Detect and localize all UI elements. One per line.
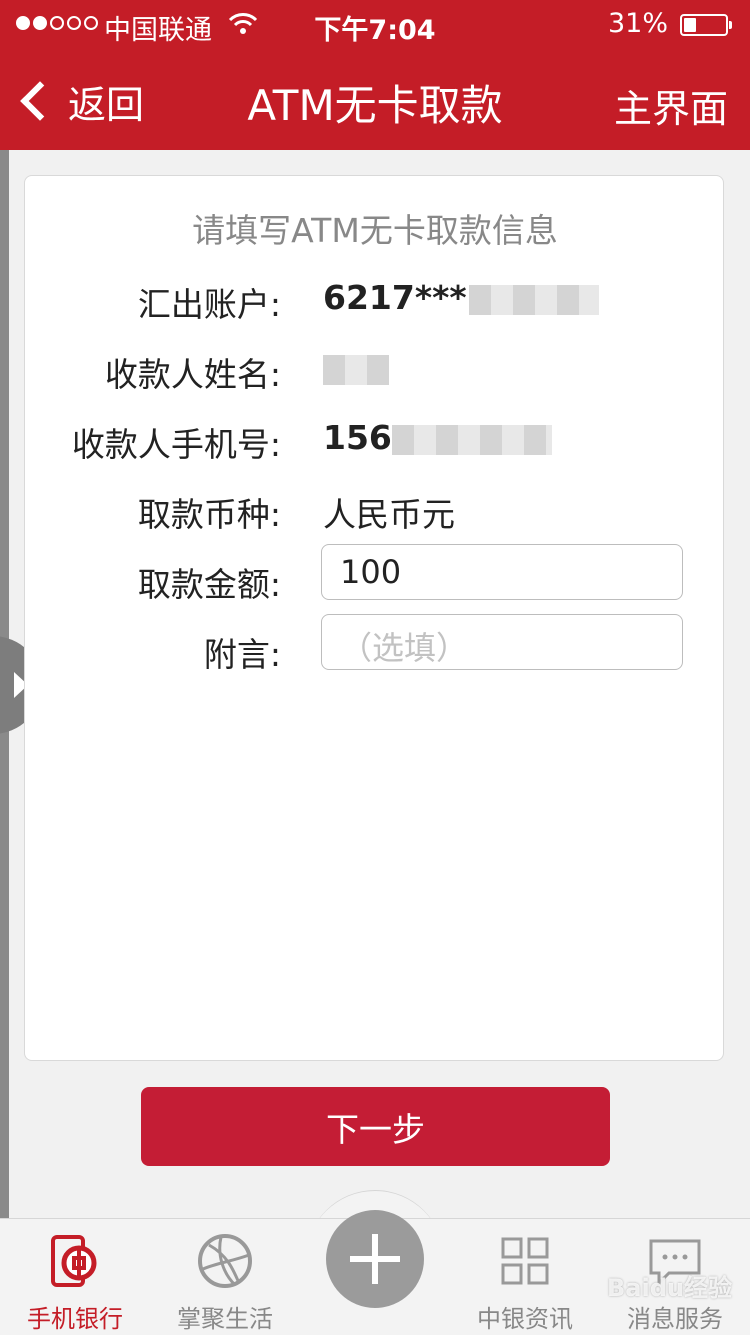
tab-label: 消息服务 <box>627 1305 723 1333</box>
bank-logo-icon <box>51 1235 97 1287</box>
source-account-row: 汇出账户: 6217*** <box>25 270 725 328</box>
currency-value: 人民币元 <box>323 495 455 534</box>
status-bar: 中国联通 下午7:04 31% <box>0 0 750 50</box>
field-label: 取款金额: <box>137 565 281 604</box>
source-account-value: 6217*** <box>323 278 599 317</box>
redacted-mask <box>391 424 552 455</box>
payee-name-value <box>323 348 389 387</box>
watermark: Baidu经验 <box>607 1274 732 1302</box>
globe-icon <box>198 1234 252 1288</box>
redacted-mask <box>468 284 599 315</box>
tab-label: 手机银行 <box>27 1305 123 1333</box>
battery-percent: 31% <box>607 8 668 39</box>
field-label: 汇出账户: <box>137 285 281 324</box>
payee-name-row: 收款人姓名: <box>25 340 725 398</box>
field-label: 收款人姓名: <box>104 355 281 394</box>
back-button[interactable]: 返回 <box>16 74 144 128</box>
remark-row: 附言: （选填） <box>25 614 725 674</box>
withdrawal-form-card: 请填写ATM无卡取款信息 汇出账户: 6217*** 收款人姓名: 收款人手机号… <box>24 175 724 1061</box>
nav-bar: 返回 ATM无卡取款 主界面 <box>0 52 750 148</box>
field-label: 附言: <box>203 635 281 674</box>
remark-input[interactable]: （选填） <box>321 614 683 670</box>
battery-icon <box>680 14 732 36</box>
tab-life[interactable]: 掌聚生活 <box>150 1219 300 1335</box>
field-label: 收款人手机号: <box>71 425 281 464</box>
amount-input[interactable]: 100 <box>321 544 683 600</box>
currency-row: 取款币种: 人民币元 <box>25 480 725 538</box>
carrier-name: 中国联通 <box>104 15 212 46</box>
redacted-mask <box>323 354 389 385</box>
plus-icon-stroke <box>372 1234 378 1284</box>
tab-label: 中银资讯 <box>477 1305 573 1333</box>
payee-phone-value: 156 <box>323 418 552 457</box>
add-button[interactable] <box>326 1210 424 1308</box>
signal-strength-icon <box>16 16 98 30</box>
tab-news[interactable]: 中银资讯 <box>450 1219 600 1335</box>
payee-phone-row: 收款人手机号: 156 <box>25 410 725 468</box>
chevron-left-icon <box>20 81 60 121</box>
next-step-button[interactable]: 下一步 <box>141 1087 610 1166</box>
tab-mobile-banking[interactable]: 手机银行 <box>0 1219 150 1335</box>
home-button[interactable]: 主界面 <box>614 78 728 133</box>
field-label: 取款币种: <box>137 495 281 534</box>
tab-label: 掌聚生活 <box>177 1305 273 1333</box>
wifi-icon <box>228 13 258 34</box>
grid-icon <box>501 1237 549 1285</box>
amount-row: 取款金额: 100 <box>25 544 725 604</box>
form-title: 请填写ATM无卡取款信息 <box>192 211 558 250</box>
header: 中国联通 下午7:04 31% 返回 ATM无卡取款 主界面 <box>0 0 750 150</box>
back-label: 返回 <box>68 82 145 127</box>
